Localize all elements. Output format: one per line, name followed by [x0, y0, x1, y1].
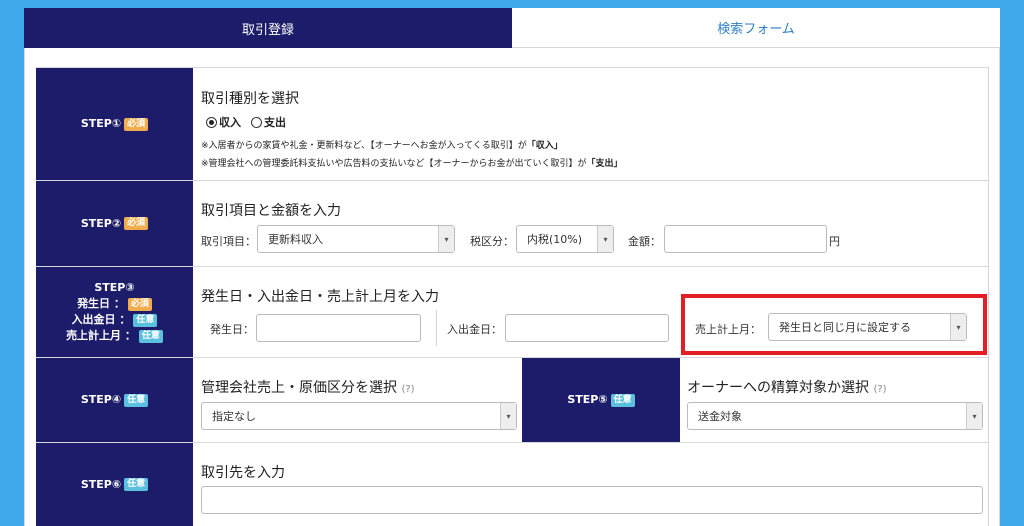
note-emphasis: 「収入」 — [526, 141, 563, 151]
step6-header: STEP⑥ 任意 — [36, 443, 193, 526]
sub-label: 入出金日 — [71, 313, 116, 326]
step3-label: STEP③ — [94, 281, 135, 294]
transaction-type-radio-group: 収入 支出 — [206, 114, 286, 130]
step4-title: 管理会社売上・原価区分を選択 (?) — [201, 377, 415, 397]
optional-badge: 任意 — [138, 329, 163, 343]
sub-label: 売上計上月 — [66, 329, 122, 342]
step1-header: STEP① 必須 — [36, 68, 193, 180]
cash-date-input[interactable] — [505, 314, 669, 342]
tab-transaction-register[interactable]: 取引登録 — [24, 8, 512, 48]
owner-settlement-value: 送金対象 — [698, 410, 742, 423]
step4-title-text: 管理会社売上・原価区分を選択 — [201, 380, 397, 396]
step1-note-expense: ※管理会社への管理委託料支払いや広告料の支払いなど【オーナーからお金が出ていく取… — [201, 156, 623, 169]
required-badge: 必須 — [127, 297, 152, 311]
help-icon[interactable]: (?) — [401, 384, 414, 395]
radio-expense[interactable]: 支出 — [251, 114, 286, 130]
note-emphasis: 「支出」 — [586, 159, 623, 169]
step5-title-text: オーナーへの精算対象か選択 — [687, 380, 869, 396]
step1-label: STEP① — [80, 117, 122, 130]
chevron-down-icon: ▾ — [500, 403, 516, 429]
required-badge: 必須 — [124, 217, 149, 230]
cost-category-select[interactable]: 指定なし ▾ — [201, 402, 517, 430]
tab-search-form[interactable]: 検索フォーム — [512, 8, 1000, 48]
step3-title: 発生日・入出金日・売上計上月を入力 — [201, 289, 439, 305]
radio-income-label: 収入 — [219, 116, 241, 129]
chevron-down-icon: ▾ — [966, 403, 982, 429]
required-badge: 必須 — [124, 117, 149, 131]
radio-checked-icon[interactable] — [206, 116, 217, 128]
optional-badge: 任意 — [133, 313, 158, 327]
step5-header: STEP⑤ 任意 — [522, 358, 680, 442]
help-icon[interactable]: (?) — [873, 384, 886, 395]
optional-badge: 任意 — [610, 393, 635, 407]
tax-category-label: 税区分： — [470, 235, 514, 248]
transaction-item-value: 更新料収入 — [268, 233, 323, 246]
step4-label: STEP④ — [80, 393, 122, 406]
amount-input[interactable] — [664, 225, 827, 253]
transaction-item-select[interactable]: 更新料収入 ▾ — [257, 225, 455, 253]
step3-sub-cash: 入出金日 ：任意 — [72, 312, 158, 328]
step6-title: 取引先を入力 — [201, 465, 285, 481]
optional-badge: 任意 — [124, 393, 149, 407]
owner-settlement-select[interactable]: 送金対象 ▾ — [687, 402, 983, 430]
amount-unit: 円 — [829, 235, 840, 248]
sub-label: 発生日 — [77, 297, 111, 310]
note-text: ※管理会社への管理委託料支払いや広告料の支払いなど【オーナーからお金が出ていく取… — [201, 159, 587, 169]
note-text: ※入居者からの家賃や礼金・更新料など、【オーナーへお金が入ってくる取引】が — [201, 141, 527, 151]
occurrence-date-label: 発生日： — [210, 323, 254, 336]
radio-unchecked-icon[interactable] — [251, 116, 262, 128]
step3-sub-month: 売上計上月 ：任意 — [66, 328, 163, 344]
chevron-down-icon: ▾ — [438, 226, 454, 252]
cost-category-value: 指定なし — [212, 410, 256, 423]
occurrence-date-input[interactable] — [256, 314, 421, 342]
step1-note-income: ※入居者からの家賃や礼金・更新料など、【オーナーへお金が入ってくる取引】が「収入… — [201, 138, 563, 151]
cash-date-label: 入出金日： — [447, 323, 502, 336]
step3-sub-occurrence: 発生日 ：必須 — [77, 296, 152, 312]
step5-title: オーナーへの精算対象か選択 (?) — [687, 377, 887, 397]
step2-header: STEP② 必須 — [36, 181, 193, 266]
step1-title: 取引種別を選択 — [201, 91, 299, 107]
transaction-item-label: 取引項目： — [201, 235, 256, 248]
optional-badge: 任意 — [124, 478, 149, 491]
highlight-box — [681, 294, 987, 355]
step2-title: 取引項目と金額を入力 — [201, 203, 341, 219]
tax-category-value: 内税(10%) — [527, 233, 583, 246]
amount-label: 金額： — [628, 235, 661, 248]
step4-header: STEP④ 任意 — [36, 358, 193, 442]
tab-bar: 取引登録 検索フォーム — [24, 8, 1000, 48]
field-divider — [436, 310, 437, 346]
chevron-down-icon: ▾ — [597, 226, 613, 252]
radio-expense-label: 支出 — [264, 116, 286, 129]
tax-category-select[interactable]: 内税(10%) ▾ — [516, 225, 614, 253]
step6-label: STEP⑥ — [80, 477, 122, 491]
radio-income[interactable]: 収入 — [206, 114, 241, 130]
counterparty-input[interactable] — [201, 486, 983, 514]
table-border-right — [988, 67, 989, 526]
step3-header: STEP③ 発生日 ：必須 入出金日 ：任意 売上計上月 ：任意 — [36, 267, 193, 357]
step5-label: STEP⑤ — [567, 393, 608, 406]
step2-label: STEP② — [80, 216, 122, 230]
